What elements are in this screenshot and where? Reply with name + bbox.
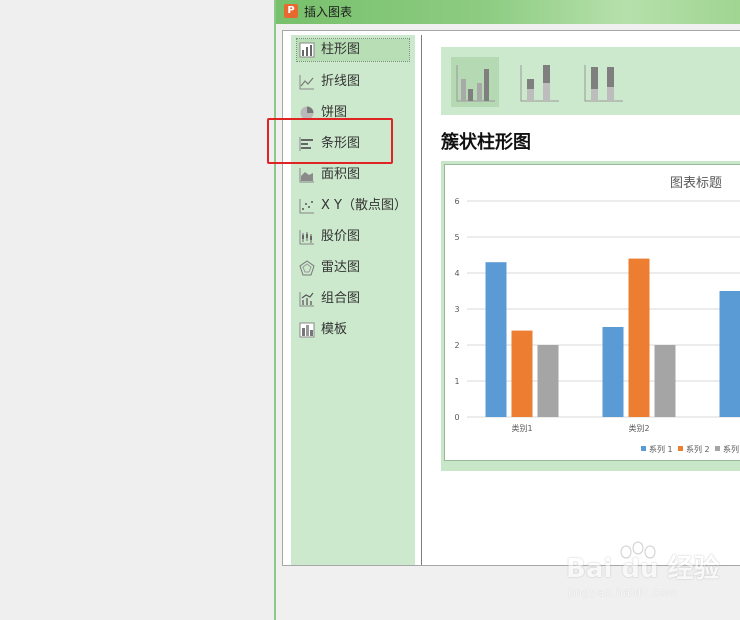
sidebar-item-label: 柱形图 <box>321 42 361 57</box>
scatter-chart-icon <box>299 199 314 214</box>
sidebar-item-line[interactable]: 折线图 <box>297 71 409 93</box>
chart-svg: 图表标题0123456类别1类别2类别3系列 1系列 2系列 3 <box>454 176 740 454</box>
sidebar-item-area[interactable]: 面积图 <box>297 164 409 186</box>
sidebar-item-label: 面积图 <box>321 167 361 182</box>
panel-divider <box>421 35 422 565</box>
sidebar-item-label: 雷达图 <box>321 260 361 275</box>
insert-chart-dialog: P 插入图表 柱形图 折线图 饼图 条形图 面积图 X Y（散点图） 股价图 雷… <box>274 0 740 620</box>
percent-stacked-column-icon <box>584 65 623 102</box>
area-chart-icon <box>299 168 314 183</box>
dialog-titlebar[interactable]: P 插入图表 <box>276 0 740 24</box>
subtype-percent-stacked-column[interactable] <box>579 57 627 107</box>
chart-type-heading: 簇状柱形图 <box>441 132 531 153</box>
sidebar-item-label: 组合图 <box>321 291 361 306</box>
x-tick-label: 类别1 <box>511 423 532 433</box>
dialog-body: 柱形图 折线图 饼图 条形图 面积图 X Y（散点图） 股价图 雷达图 组合图 … <box>282 30 740 566</box>
chart-title: 图表标题 <box>670 176 722 191</box>
sidebar-item-label: 模板 <box>321 322 348 337</box>
chart-bar <box>485 262 507 417</box>
sidebar-item-stock[interactable]: 股价图 <box>297 226 409 248</box>
y-tick-label: 2 <box>454 341 459 350</box>
chart-preview: 图表标题0123456类别1类别2类别3系列 1系列 2系列 3 <box>441 161 740 471</box>
chart-bar <box>537 345 559 417</box>
chart-bar <box>602 327 624 417</box>
sidebar-item-combo[interactable]: 组合图 <box>297 288 409 310</box>
clustered-column-icon <box>456 65 495 102</box>
legend-swatch <box>715 446 720 451</box>
y-tick-label: 3 <box>454 305 459 314</box>
template-icon <box>299 322 315 338</box>
legend-swatch <box>678 446 683 451</box>
combo-chart-icon <box>299 292 314 307</box>
chart-subtype-bar <box>441 47 740 115</box>
sidebar-item-label: 股价图 <box>321 229 361 244</box>
watermark-url: jingyan.baidu.com <box>568 586 679 599</box>
sidebar-item-template[interactable]: 模板 <box>297 319 409 341</box>
stock-chart-icon <box>299 230 314 245</box>
dialog-title: 插入图表 <box>304 5 353 19</box>
baidu-jingyan-watermark: Bai du 经验 jingyan.baidu.com <box>566 540 736 610</box>
y-tick-label: 6 <box>454 197 459 206</box>
y-tick-label: 1 <box>454 377 459 386</box>
line-chart-icon <box>299 75 314 90</box>
sidebar-item-column[interactable]: 柱形图 <box>296 38 410 62</box>
subtype-stacked-column[interactable] <box>515 57 563 107</box>
chart-bar <box>511 330 533 417</box>
x-tick-label: 类别2 <box>628 423 649 433</box>
y-tick-label: 4 <box>454 269 459 278</box>
stacked-column-icon <box>520 65 559 102</box>
sidebar-item-label: 折线图 <box>321 74 361 89</box>
sidebar-item-label: X Y（散点图） <box>321 198 407 213</box>
y-tick-label: 5 <box>454 233 459 242</box>
legend-label: 系列 3 <box>723 444 740 454</box>
radar-chart-icon <box>299 260 315 276</box>
chart-bar <box>628 258 650 417</box>
watermark-main-text: Bai du 经验 <box>566 554 720 584</box>
annotation-highlight-box <box>267 118 393 164</box>
y-tick-label: 0 <box>454 413 459 422</box>
app-logo-icon: P <box>284 4 298 18</box>
desktop-background <box>0 0 274 620</box>
legend-swatch <box>641 446 646 451</box>
chart-preview-canvas: 图表标题0123456类别1类别2类别3系列 1系列 2系列 3 <box>444 164 740 461</box>
legend-label: 系列 1 <box>649 444 673 454</box>
chart-bar <box>654 345 676 417</box>
chart-bar <box>719 291 740 417</box>
legend-label: 系列 2 <box>686 444 710 454</box>
sidebar-item-radar[interactable]: 雷达图 <box>297 257 409 279</box>
chart-category-sidebar: 柱形图 折线图 饼图 条形图 面积图 X Y（散点图） 股价图 雷达图 组合图 … <box>291 35 415 565</box>
column-chart-icon <box>299 42 315 58</box>
sidebar-item-scatter[interactable]: X Y（散点图） <box>297 195 409 217</box>
subtype-clustered-column[interactable] <box>451 57 499 107</box>
